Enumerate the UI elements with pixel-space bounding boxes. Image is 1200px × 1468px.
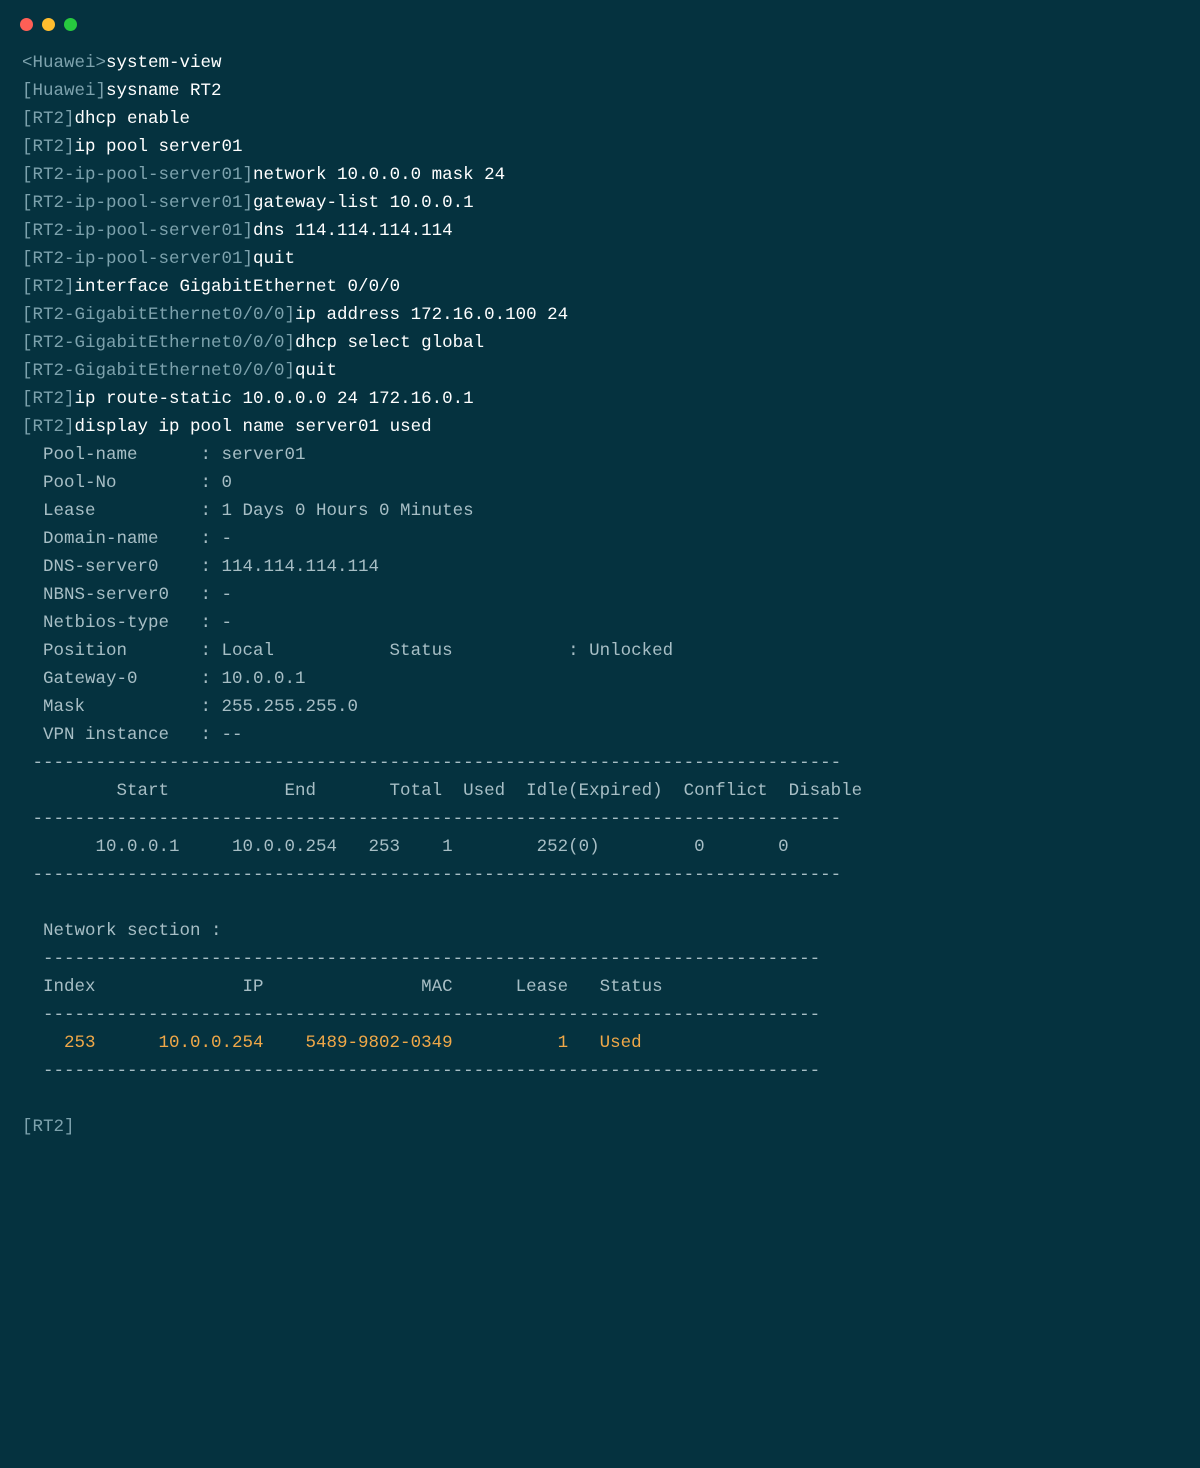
output-text: Pool-No : 0 [22, 473, 232, 493]
prompt: [RT2-GigabitEthernet0/0/0] [22, 305, 295, 325]
terminal-line: [RT2-ip-pool-server01]dns 114.114.114.11… [22, 217, 1178, 245]
terminal-line: [Huawei]sysname RT2 [22, 77, 1178, 105]
output-text: 10.0.0.1 10.0.0.254 253 1 252(0) 0 0 [22, 837, 789, 857]
terminal-line: [RT2]interface GigabitEthernet 0/0/0 [22, 273, 1178, 301]
minimize-icon[interactable] [42, 18, 55, 31]
output-text: Gateway-0 : 10.0.0.1 [22, 669, 306, 689]
output-text: Network section : [22, 921, 232, 941]
command: system-view [106, 53, 222, 73]
prompt: [RT2] [22, 389, 75, 409]
terminal-line [22, 889, 1178, 917]
terminal-line: Pool-name : server01 [22, 441, 1178, 469]
terminal-line: ----------------------------------------… [22, 945, 1178, 973]
output-text: ----------------------------------------… [22, 1005, 820, 1025]
terminal-line: [RT2]display ip pool name server01 used [22, 413, 1178, 441]
output-text: ----------------------------------------… [22, 809, 841, 829]
terminal-line: Index IP MAC Lease Status [22, 973, 1178, 1001]
prompt: [RT2] [22, 137, 75, 157]
output-text: DNS-server0 : 114.114.114.114 [22, 557, 379, 577]
prompt: [RT2] [22, 417, 75, 437]
output-text: Mask : 255.255.255.0 [22, 697, 358, 717]
prompt: [Huawei] [22, 81, 106, 101]
output-text: ----------------------------------------… [22, 949, 820, 969]
prompt: <Huawei> [22, 53, 106, 73]
highlighted-output: 253 10.0.0.254 5489-9802-0349 1 Used [22, 1033, 715, 1053]
output-text: Pool-name : server01 [22, 445, 306, 465]
command: ip address 172.16.0.100 24 [295, 305, 568, 325]
terminal-line: [RT2]ip pool server01 [22, 133, 1178, 161]
output-text: Domain-name : - [22, 529, 232, 549]
output-text: ----------------------------------------… [22, 865, 841, 885]
prompt: [RT2] [22, 109, 75, 129]
close-icon[interactable] [20, 18, 33, 31]
terminal-line: [RT2-ip-pool-server01]network 10.0.0.0 m… [22, 161, 1178, 189]
terminal-line: ----------------------------------------… [22, 1057, 1178, 1085]
prompt: [RT2-ip-pool-server01] [22, 193, 253, 213]
terminal-line: [RT2-GigabitEthernet0/0/0]ip address 172… [22, 301, 1178, 329]
command: quit [295, 361, 337, 381]
output-text: Lease : 1 Days 0 Hours 0 Minutes [22, 501, 474, 521]
prompt: [RT2-ip-pool-server01] [22, 165, 253, 185]
terminal-line: [RT2]ip route-static 10.0.0.0 24 172.16.… [22, 385, 1178, 413]
output-text: ----------------------------------------… [22, 1061, 820, 1081]
command: display ip pool name server01 used [75, 417, 432, 437]
prompt: [RT2-GigabitEthernet0/0/0] [22, 361, 295, 381]
titlebar [0, 0, 1200, 41]
output-text: Index IP MAC Lease Status [22, 977, 684, 997]
command: gateway-list 10.0.0.1 [253, 193, 474, 213]
terminal-line: [RT2-GigabitEthernet0/0/0]dhcp select gl… [22, 329, 1178, 357]
terminal-line: [RT2-ip-pool-server01]gateway-list 10.0.… [22, 189, 1178, 217]
terminal-line: [RT2-GigabitEthernet0/0/0]quit [22, 357, 1178, 385]
terminal-line: Pool-No : 0 [22, 469, 1178, 497]
command: dns 114.114.114.114 [253, 221, 453, 241]
command: dhcp select global [295, 333, 484, 353]
prompt: [RT2] [22, 1117, 75, 1137]
command: ip route-static 10.0.0.0 24 172.16.0.1 [75, 389, 474, 409]
output-text: Netbios-type : - [22, 613, 232, 633]
command: quit [253, 249, 295, 269]
terminal-line: ----------------------------------------… [22, 1001, 1178, 1029]
output-text: ----------------------------------------… [22, 753, 841, 773]
terminal-line: [RT2] [22, 1113, 1178, 1141]
terminal-line: VPN instance : -- [22, 721, 1178, 749]
terminal-line: <Huawei>system-view [22, 49, 1178, 77]
prompt: [RT2-ip-pool-server01] [22, 221, 253, 241]
prompt: [RT2] [22, 277, 75, 297]
output-text: VPN instance : -- [22, 725, 243, 745]
terminal-line: [RT2-ip-pool-server01]quit [22, 245, 1178, 273]
terminal-line: ----------------------------------------… [22, 861, 1178, 889]
output-text: Position : Local Status : Unlocked [22, 641, 673, 661]
terminal-line: Start End Total Used Idle(Expired) Confl… [22, 777, 1178, 805]
command: interface GigabitEthernet 0/0/0 [75, 277, 401, 297]
terminal-line: NBNS-server0 : - [22, 581, 1178, 609]
command: network 10.0.0.0 mask 24 [253, 165, 505, 185]
maximize-icon[interactable] [64, 18, 77, 31]
prompt: [RT2-GigabitEthernet0/0/0] [22, 333, 295, 353]
terminal-line: Gateway-0 : 10.0.0.1 [22, 665, 1178, 693]
command: ip pool server01 [75, 137, 243, 157]
terminal-line: Domain-name : - [22, 525, 1178, 553]
terminal-line: Netbios-type : - [22, 609, 1178, 637]
command: sysname RT2 [106, 81, 222, 101]
terminal-line [22, 1085, 1178, 1113]
prompt: [RT2-ip-pool-server01] [22, 249, 253, 269]
terminal-window: <Huawei>system-view[Huawei]sysname RT2[R… [0, 0, 1200, 1181]
output-text: Start End Total Used Idle(Expired) Confl… [22, 781, 862, 801]
terminal-line: DNS-server0 : 114.114.114.114 [22, 553, 1178, 581]
terminal-line: Mask : 255.255.255.0 [22, 693, 1178, 721]
terminal-line: ----------------------------------------… [22, 805, 1178, 833]
terminal-line: 253 10.0.0.254 5489-9802-0349 1 Used [22, 1029, 1178, 1057]
output-text: NBNS-server0 : - [22, 585, 232, 605]
terminal-line: Position : Local Status : Unlocked [22, 637, 1178, 665]
terminal-content[interactable]: <Huawei>system-view[Huawei]sysname RT2[R… [0, 41, 1200, 1181]
terminal-line: 10.0.0.1 10.0.0.254 253 1 252(0) 0 0 [22, 833, 1178, 861]
terminal-line: Network section : [22, 917, 1178, 945]
terminal-line: Lease : 1 Days 0 Hours 0 Minutes [22, 497, 1178, 525]
terminal-line: ----------------------------------------… [22, 749, 1178, 777]
command: dhcp enable [75, 109, 191, 129]
terminal-line: [RT2]dhcp enable [22, 105, 1178, 133]
